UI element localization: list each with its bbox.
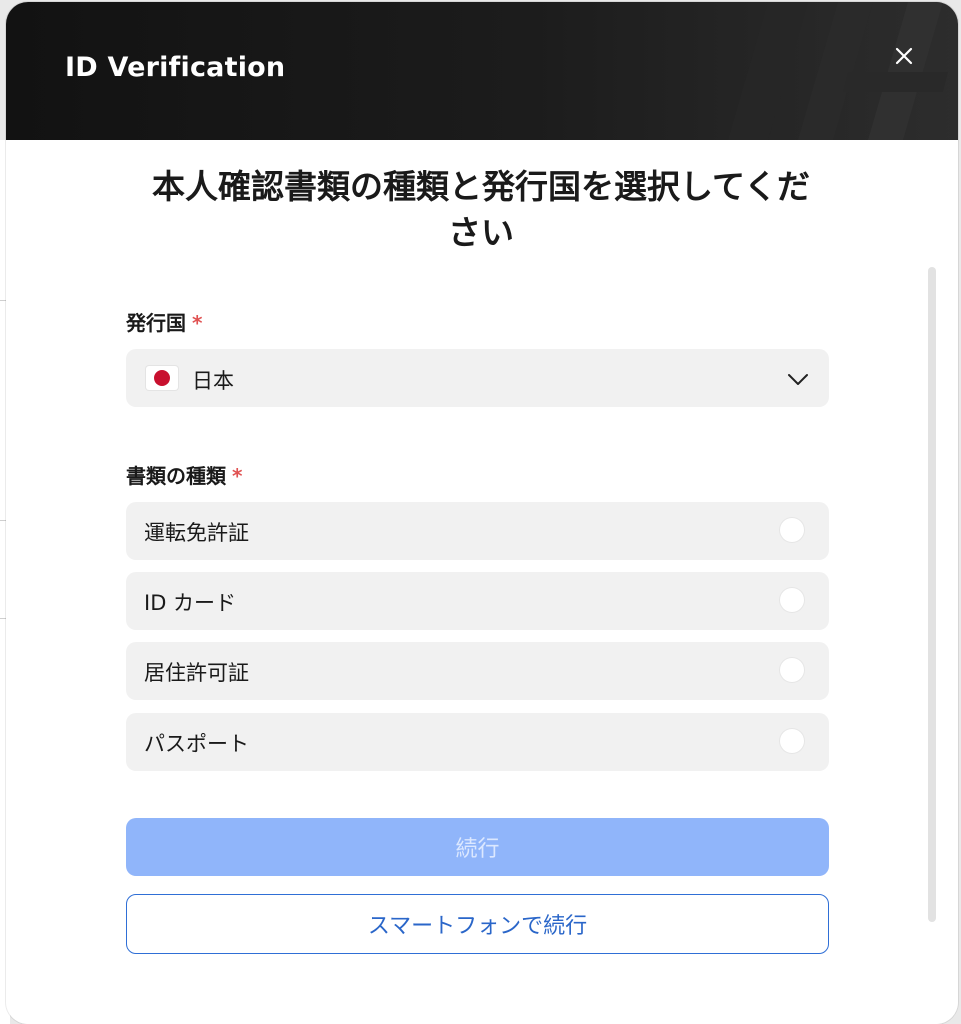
country-selected-value: 日本 (192, 369, 234, 393)
heading-line-1: 本人確認書類の種類と発行国を選択してくだ (151, 167, 811, 206)
scrollbar[interactable] (928, 267, 936, 922)
radio-button[interactable] (780, 518, 804, 542)
option-passport[interactable]: パスポート (126, 713, 829, 771)
flag-circle (154, 370, 170, 386)
close-icon (895, 47, 913, 65)
radio-button[interactable] (780, 658, 804, 682)
option-drivers-license[interactable]: 運転免許証 (126, 502, 829, 560)
radio-button[interactable] (780, 588, 804, 612)
radio-button[interactable] (780, 729, 804, 753)
required-mark: * (192, 311, 203, 335)
modal-title: ID Verification (65, 52, 286, 83)
japan-flag-icon (146, 366, 178, 390)
country-label-text: 発行国 (126, 311, 186, 335)
modal-header: ID Verification (6, 2, 958, 140)
option-label: 運転免許証 (144, 521, 249, 545)
option-label: ID カード (144, 591, 237, 615)
id-verification-modal: ID Verification 本人確認書類の種類と発行国を選択してくだ さい … (6, 2, 958, 1024)
close-button[interactable] (888, 40, 920, 72)
option-residence-permit[interactable]: 居住許可証 (126, 642, 829, 700)
page-heading: 本人確認書類の種類と発行国を選択してくだ さい (116, 164, 846, 256)
heading-line-2: さい (448, 213, 514, 252)
document-type-label: 書類の種類 * (126, 460, 242, 489)
chevron-down-icon (788, 374, 808, 385)
country-select[interactable]: 日本 (126, 349, 829, 407)
continue-on-smartphone-button[interactable]: スマートフォンで続行 (126, 894, 829, 954)
option-id-card[interactable]: ID カード (126, 572, 829, 630)
continue-button[interactable]: 続行 (126, 818, 829, 876)
required-mark: * (232, 464, 243, 488)
country-label: 発行国 * (126, 307, 202, 336)
option-label: パスポート (144, 732, 249, 756)
document-type-label-text: 書類の種類 (126, 464, 226, 488)
option-label: 居住許可証 (144, 661, 249, 685)
